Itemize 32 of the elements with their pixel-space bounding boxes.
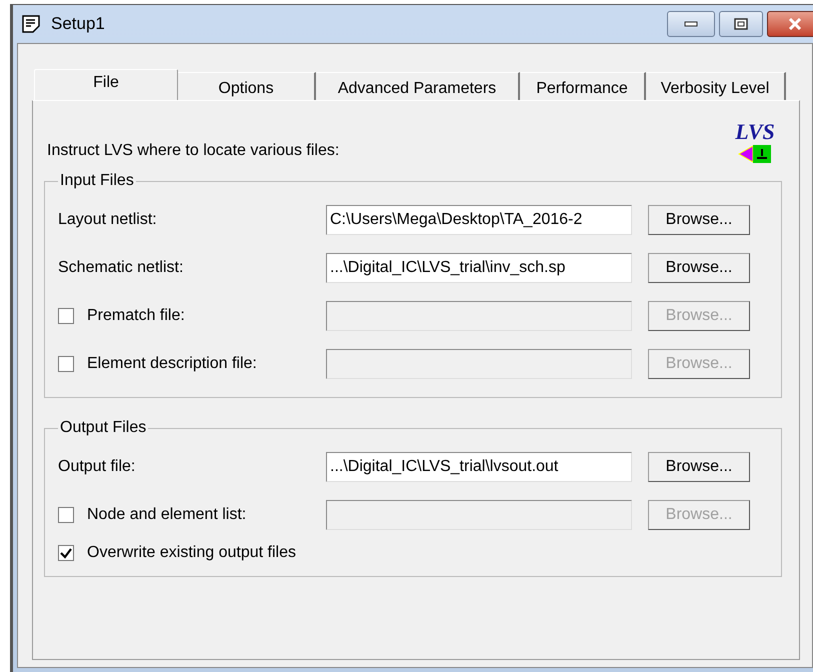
lvs-logo: LVS <box>735 121 775 165</box>
app-icon <box>21 14 43 34</box>
window-title: Setup1 <box>51 13 105 36</box>
field-label: Prematch file: <box>87 306 185 326</box>
field-label: Overwrite existing output files <box>87 543 296 563</box>
minimize-button[interactable] <box>667 11 715 37</box>
maximize-button[interactable] <box>719 11 763 37</box>
browse-button[interactable]: Browse... <box>648 253 750 283</box>
tab[interactable]: Performance <box>520 72 646 100</box>
checkbox[interactable] <box>58 545 74 561</box>
path-field[interactable]: C:\Users\Mega\Desktop\TA_2016-2 <box>326 205 632 235</box>
path-field[interactable]: ...\Digital_IC\LVS_trial\inv_sch.sp <box>326 253 632 283</box>
field-label: Output file: <box>58 457 136 477</box>
browse-button[interactable]: Browse... <box>648 452 750 482</box>
check-icon <box>60 548 72 558</box>
tab[interactable]: File <box>34 69 178 101</box>
tab[interactable]: Options <box>178 72 316 100</box>
browse-button[interactable]: Browse... <box>648 205 750 235</box>
group-title: Output Files <box>59 418 148 438</box>
close-button[interactable] <box>767 11 813 37</box>
instruction-text: Instruct LVS where to locate various files: <box>47 141 340 161</box>
maximize-icon <box>734 18 748 30</box>
group-title: Input Files <box>59 171 135 191</box>
path-field[interactable]: ...\Digital_IC\LVS_trial\lvsout.out <box>326 452 632 482</box>
tab[interactable]: Advanced Parameters <box>316 72 520 100</box>
field-label: Layout netlist: <box>58 210 157 230</box>
close-icon <box>788 18 802 30</box>
minimize-icon <box>684 21 698 27</box>
field-label: Schematic netlist: <box>58 258 184 278</box>
tab[interactable]: Verbosity Level <box>646 72 786 100</box>
field-label: Node and element list: <box>87 505 246 525</box>
field-label: Element description file: <box>87 354 257 374</box>
